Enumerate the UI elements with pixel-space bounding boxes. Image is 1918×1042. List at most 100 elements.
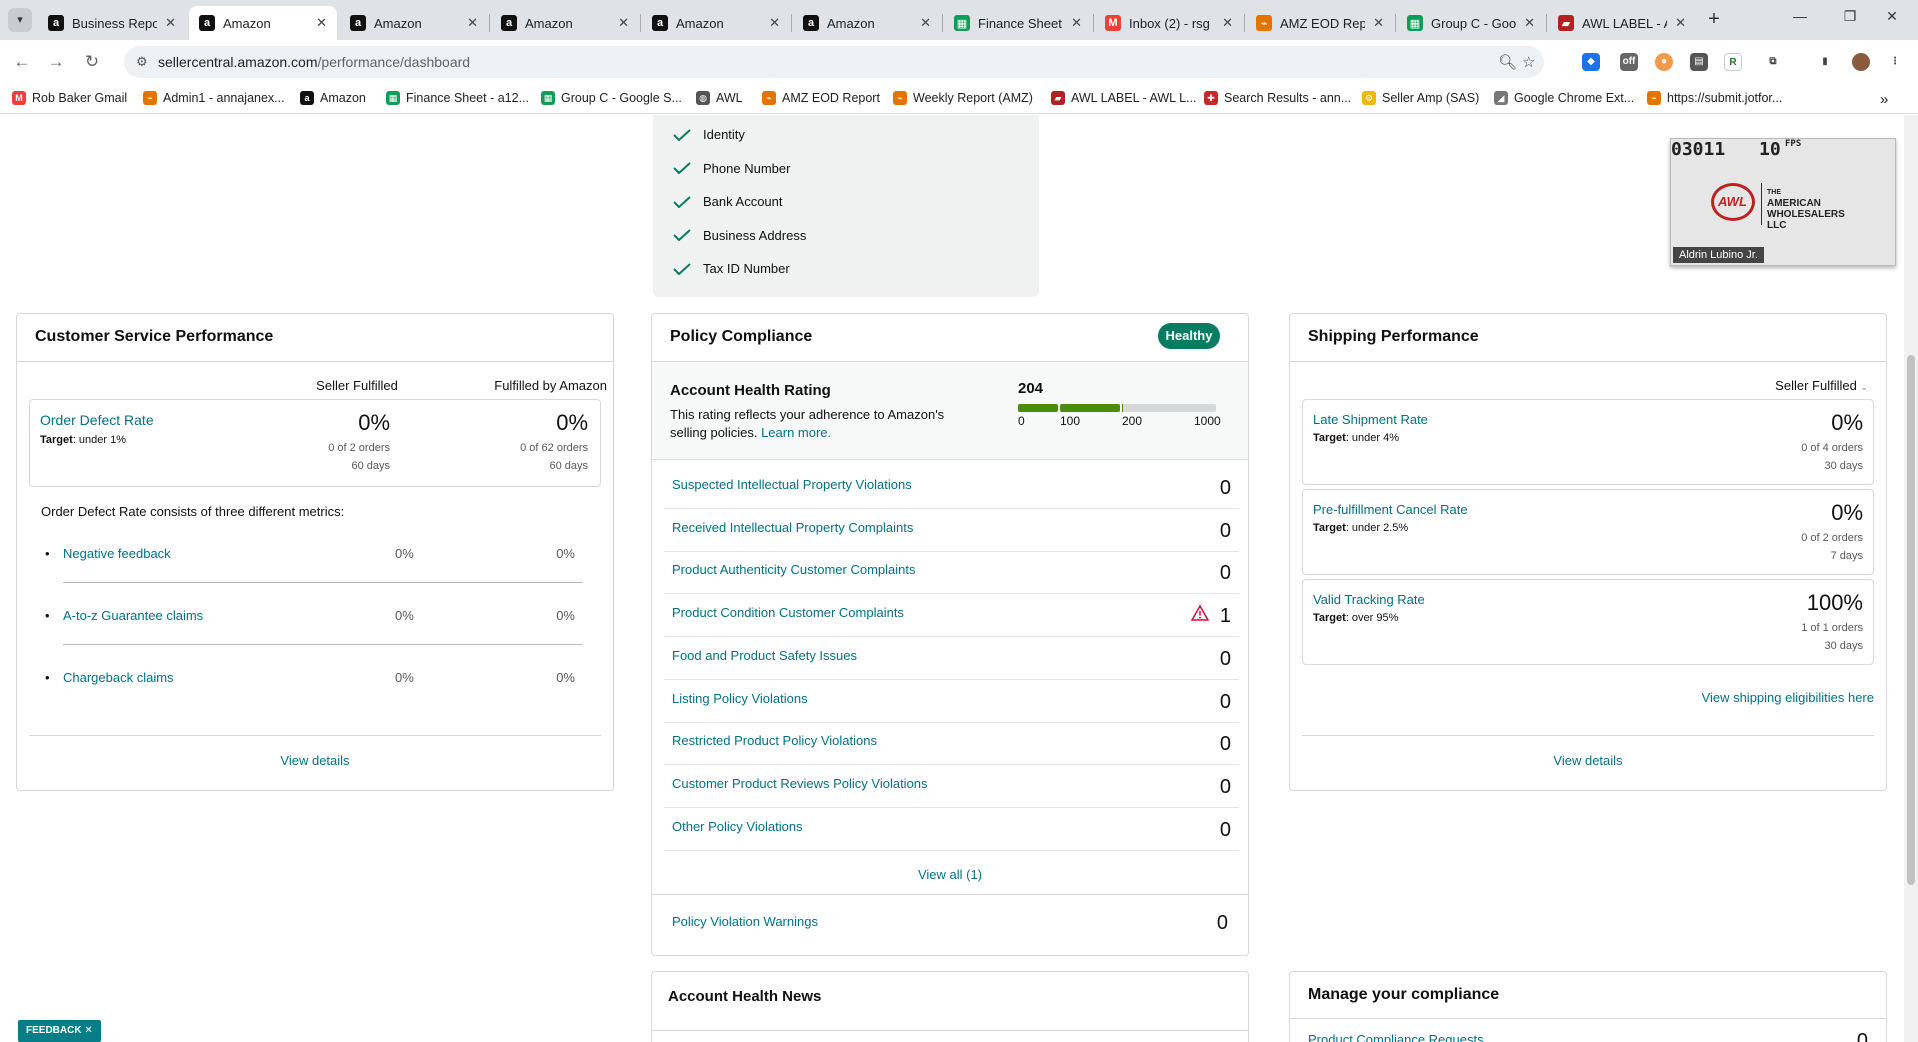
address-bar[interactable]: ⚙ sellercentral.amazon.com/performance/d…	[124, 46, 1544, 78]
bookmark-item[interactable]: ⌁ Admin1 - annajanex...	[143, 91, 285, 105]
bookmark-item[interactable]: a Amazon	[300, 91, 366, 105]
close-tab-icon[interactable]: ✕	[769, 15, 780, 31]
ahr-bar-segment	[1122, 404, 1216, 412]
shipping-performance-title: Shipping Performance	[1308, 328, 1479, 345]
checkmark-icon	[673, 262, 691, 275]
close-tab-icon[interactable]: ✕	[920, 15, 931, 31]
close-window-icon[interactable]: ✕	[1872, 8, 1912, 25]
extension-orange-icon[interactable]: ●	[1655, 53, 1673, 71]
bookmarks-overflow-icon[interactable]: »	[1880, 91, 1888, 108]
policy-row-link[interactable]: Other Policy Violations	[672, 819, 803, 834]
zoom-icon[interactable]: 🔍︎	[1498, 53, 1517, 71]
policy-row-link[interactable]: Customer Product Reviews Policy Violatio…	[672, 776, 928, 791]
feedback-close-icon[interactable]: ✕	[84, 1025, 92, 1036]
policy-warnings-link[interactable]: Policy Violation Warnings	[672, 914, 818, 929]
close-tab-icon[interactable]: ✕	[1524, 15, 1535, 31]
shipping-metric-link[interactable]: Valid Tracking Rate	[1313, 592, 1425, 607]
browser-tab[interactable]: ⌁ AMZ EOD Rep ✕	[1246, 6, 1394, 40]
restore-icon[interactable]: ❐	[1830, 8, 1870, 25]
browser-tab[interactable]: a Business Repo ✕	[38, 6, 186, 40]
shipping-eligibility-link[interactable]: View shipping eligibilities here	[1702, 690, 1874, 705]
chrome-menu-icon[interactable]: ⋮	[1886, 53, 1904, 71]
feedback-button[interactable]: FEEDBACK ✕	[18, 1020, 101, 1042]
bookmark-item[interactable]: ▰ AWL LABEL - AWL L...	[1051, 91, 1197, 105]
new-tab-button[interactable]: +	[1700, 8, 1728, 32]
close-tab-icon[interactable]: ✕	[1675, 15, 1686, 31]
logo-divider	[1761, 183, 1762, 225]
extensions-puzzle-icon[interactable]: ⧉	[1764, 53, 1782, 71]
browser-tab[interactable]: a Amazon ✕	[491, 6, 639, 40]
policy-row-link[interactable]: Listing Policy Violations	[672, 691, 808, 706]
amazon-icon: a	[300, 91, 314, 105]
reload-icon[interactable]: ↻	[82, 52, 102, 72]
policy-row-link[interactable]: Received Intellectual Property Complaint…	[672, 520, 913, 535]
cs-view-details-link[interactable]: View details	[17, 753, 613, 768]
ahr-bar-segment	[1018, 404, 1058, 412]
odr-metric-link[interactable]: A-to-z Guarantee claims	[63, 608, 203, 623]
bookmark-item[interactable]: ◢ Google Chrome Ext...	[1494, 91, 1634, 105]
minimize-icon[interactable]: —	[1780, 8, 1820, 24]
shipping-metric-pct: 0%	[1831, 500, 1863, 525]
policy-row-link[interactable]: Suspected Intellectual Property Violatio…	[672, 477, 912, 492]
back-icon[interactable]: ←	[12, 52, 32, 72]
bookmark-item[interactable]: ▦ Group C - Google S...	[541, 91, 682, 105]
bookmark-item[interactable]: ◍ AWL	[696, 91, 743, 105]
odr-link[interactable]: Order Defect Rate	[40, 412, 154, 428]
odr-metric-seller: 0%	[395, 608, 414, 623]
close-tab-icon[interactable]: ✕	[1373, 15, 1384, 31]
profile-avatar[interactable]	[1852, 53, 1870, 71]
shipping-filter-dropdown[interactable]: Seller Fulfilled ⌄	[1775, 378, 1868, 393]
policy-row-link[interactable]: Food and Product Safety Issues	[672, 648, 857, 663]
video-fps-value: 10	[1759, 139, 1781, 160]
awl-logo-short: AWL	[1718, 194, 1747, 209]
bookmark-item[interactable]: ⌁ Weekly Report (AMZ)	[893, 91, 1033, 105]
product-compliance-link[interactable]: Product Compliance Requests	[1308, 1032, 1484, 1042]
close-tab-icon[interactable]: ✕	[618, 15, 629, 31]
learn-more-link[interactable]: Learn more.	[761, 425, 831, 440]
bookmark-item[interactable]: ✚ Search Results - ann...	[1204, 91, 1351, 105]
bookmark-star-icon[interactable]: ☆	[1522, 53, 1535, 71]
policy-row-link[interactable]: Product Condition Customer Complaints	[672, 605, 904, 620]
shipping-view-details-link[interactable]: View details	[1290, 753, 1886, 768]
extension-off-icon[interactable]: off	[1620, 53, 1638, 71]
bookmark-item[interactable]: ⌁ https://submit.jotfor...	[1647, 91, 1782, 105]
browser-tab[interactable]: a Amazon ✕	[189, 6, 337, 40]
browser-tab[interactable]: ▦ Group C - Goo ✕	[1397, 6, 1545, 40]
extension-chart-icon[interactable]: ▤	[1690, 53, 1708, 71]
bookmark-item[interactable]: M Rob Baker Gmail	[12, 91, 127, 105]
browser-tab[interactable]: a Amazon ✕	[642, 6, 790, 40]
browser-tab[interactable]: a Amazon ✕	[793, 6, 941, 40]
close-tab-icon[interactable]: ✕	[1222, 15, 1233, 31]
odr-metric-link[interactable]: Negative feedback	[63, 546, 171, 561]
view-all-link[interactable]: View all (1)	[652, 867, 1248, 882]
site-info-icon[interactable]: ⚙	[136, 54, 148, 70]
extension-r-icon[interactable]: R	[1724, 53, 1742, 71]
odr-metric-row: • Negative feedback 0% 0%	[41, 538, 589, 600]
close-tab-icon[interactable]: ✕	[316, 15, 327, 31]
shipping-metric-orders: 0 of 4 orders	[1801, 442, 1863, 454]
url-text[interactable]: sellercentral.amazon.com/performance/das…	[158, 54, 470, 70]
close-tab-icon[interactable]: ✕	[165, 15, 176, 31]
shipping-metric-link[interactable]: Late Shipment Rate	[1313, 412, 1428, 427]
close-tab-icon[interactable]: ✕	[467, 15, 478, 31]
scrollbar-thumb[interactable]	[1907, 355, 1915, 885]
bookmark-item[interactable]: ⌁ AMZ EOD Report	[762, 91, 880, 105]
browser-tab[interactable]: a Amazon ✕	[340, 6, 488, 40]
tab-search-chevron-icon[interactable]: ▾	[8, 8, 32, 32]
bookmark-item[interactable]: ▦ Finance Sheet - a12...	[386, 91, 529, 105]
browser-tab[interactable]: ▰ AWL LABEL - A ✕	[1548, 6, 1696, 40]
shipping-metric-link[interactable]: Pre-fulfillment Cancel Rate	[1313, 502, 1468, 517]
policy-row-link[interactable]: Product Authenticity Customer Complaints	[672, 562, 916, 577]
page-scrollbar[interactable]	[1904, 115, 1918, 1042]
side-panel-icon[interactable]: ▮	[1816, 53, 1834, 71]
odr-metric-link[interactable]: Chargeback claims	[63, 670, 174, 685]
forward-icon[interactable]: →	[46, 52, 66, 72]
extension-dropbox-icon[interactable]: ◆	[1582, 53, 1600, 71]
shipping-metric-days: 30 days	[1824, 640, 1863, 652]
policy-row-link[interactable]: Restricted Product Policy Violations	[672, 733, 877, 748]
browser-tab[interactable]: ▦ Finance Sheet ✕	[944, 6, 1092, 40]
shipping-metric-orders: 1 of 1 orders	[1801, 622, 1863, 634]
browser-tab[interactable]: M Inbox (2) - rsg ✕	[1095, 6, 1243, 40]
close-tab-icon[interactable]: ✕	[1071, 15, 1082, 31]
bookmark-item[interactable]: ⚙ Seller Amp (SAS)	[1362, 91, 1479, 105]
